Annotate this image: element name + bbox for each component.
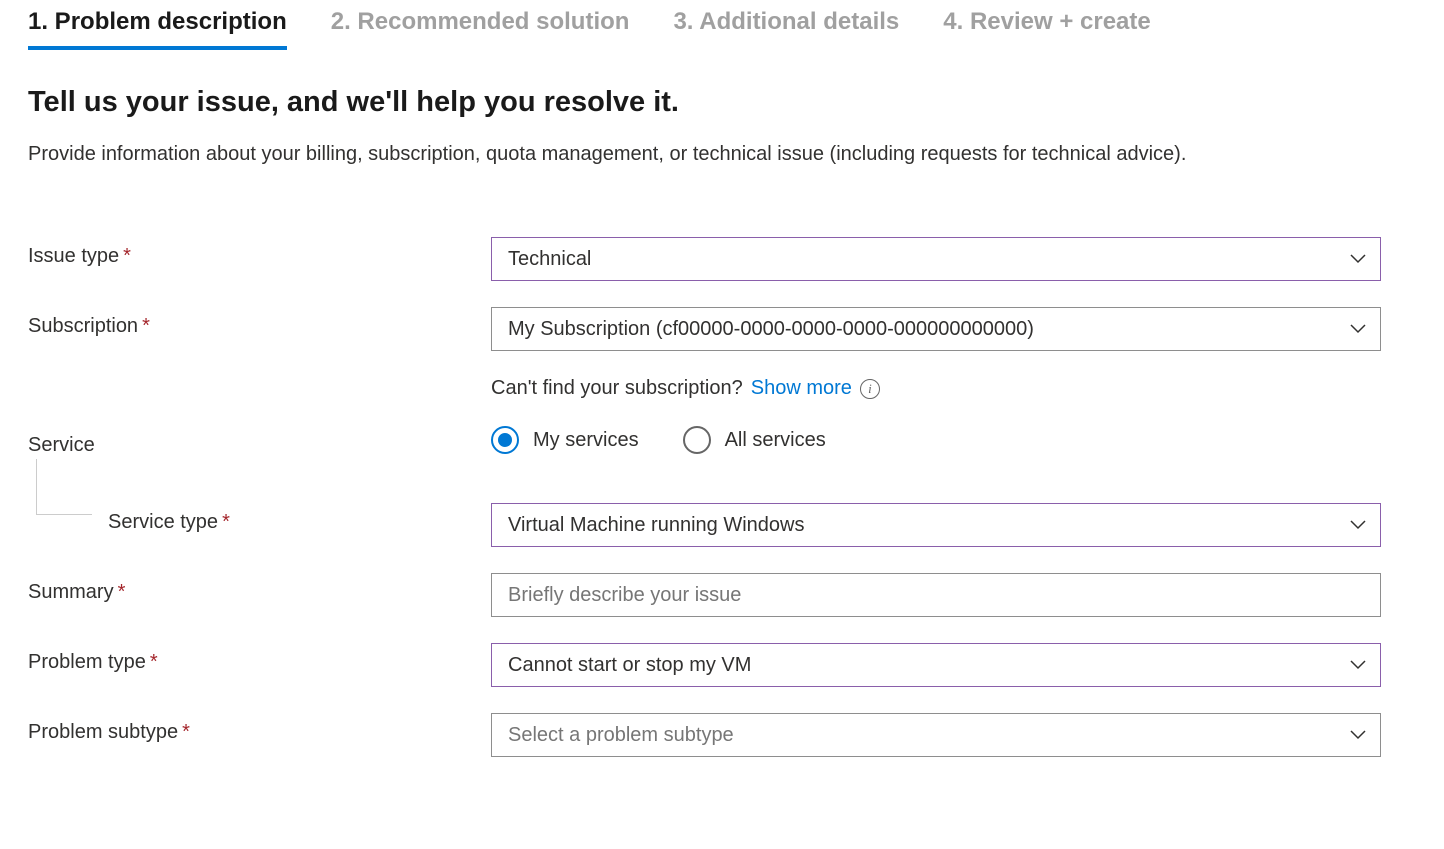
issue-type-select[interactable]: Technical — [491, 237, 1381, 281]
radio-all-services[interactable]: All services — [683, 426, 826, 454]
tab-problem-description[interactable]: 1. Problem description — [28, 8, 287, 50]
show-more-link[interactable]: Show more — [751, 377, 852, 400]
subscription-label: Subscription* — [28, 307, 491, 338]
chevron-down-icon — [1350, 520, 1366, 530]
tab-recommended-solution[interactable]: 2. Recommended solution — [331, 8, 630, 50]
service-type-select[interactable]: Virtual Machine running Windows — [491, 503, 1381, 547]
summary-input[interactable] — [491, 573, 1381, 617]
subscription-helper: Can't find your subscription? Show more … — [491, 377, 880, 400]
page-subtitle: Provide information about your billing, … — [28, 139, 1388, 169]
radio-my-services[interactable]: My services — [491, 426, 639, 454]
chevron-down-icon — [1350, 730, 1366, 740]
tab-review-create[interactable]: 4. Review + create — [943, 8, 1150, 50]
service-label: Service — [28, 426, 491, 457]
summary-label: Summary* — [28, 573, 491, 604]
problem-type-select[interactable]: Cannot start or stop my VM — [491, 643, 1381, 687]
issue-type-label: Issue type* — [28, 237, 491, 268]
chevron-down-icon — [1350, 660, 1366, 670]
subscription-select[interactable]: My Subscription (cf00000-0000-0000-0000-… — [491, 307, 1381, 351]
chevron-down-icon — [1350, 254, 1366, 264]
problem-type-label: Problem type* — [28, 643, 491, 674]
wizard-tabs: 1. Problem description 2. Recommended so… — [28, 0, 1416, 50]
service-radio-group: My services All services — [491, 426, 1381, 454]
service-type-label: Service type* — [28, 503, 491, 534]
page-title: Tell us your issue, and we'll help you r… — [28, 86, 1416, 119]
info-icon[interactable]: i — [860, 379, 880, 399]
chevron-down-icon — [1350, 324, 1366, 334]
problem-subtype-label: Problem subtype* — [28, 713, 491, 744]
tab-additional-details[interactable]: 3. Additional details — [673, 8, 899, 50]
indent-marker — [36, 459, 92, 515]
problem-subtype-select[interactable]: Select a problem subtype — [491, 713, 1381, 757]
